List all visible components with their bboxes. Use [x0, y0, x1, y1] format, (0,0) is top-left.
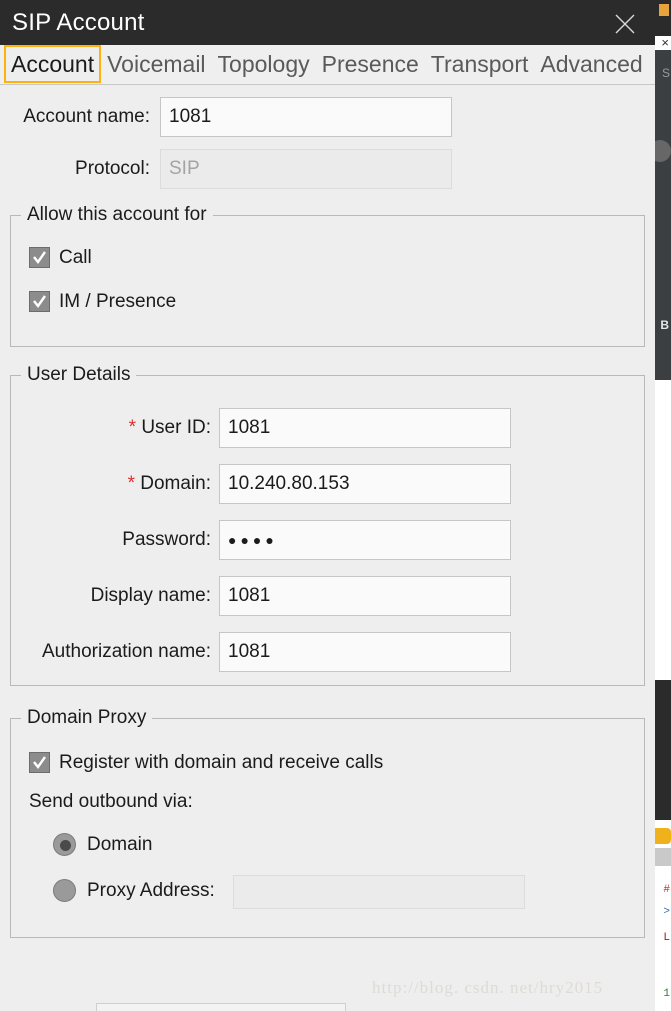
tab-bar: Account Voicemail Topology Presence Transpor…: [0, 45, 655, 85]
send-outbound-label: Send outbound via:: [29, 791, 193, 812]
password-input[interactable]: ●●●●: [219, 520, 511, 560]
dialog-title: SIP Account: [12, 9, 145, 36]
required-marker-user-id: *: [128, 417, 137, 438]
domain-input[interactable]: 10.240.80.153: [219, 464, 511, 504]
password-label: Password:: [122, 529, 211, 550]
radio-proxy-row[interactable]: Proxy Address:: [11, 869, 644, 913]
user-details-group: User Details * User ID: 1081 * Domain: 1…: [10, 364, 645, 686]
checkmark-icon: [33, 251, 46, 265]
protocol-row: Protocol: SIP: [10, 149, 645, 189]
user-id-label: * User ID:: [11, 408, 211, 448]
tab-topology[interactable]: Topology: [212, 45, 316, 83]
sip-account-dialog: SIP Account Account Voicemail Topology Pres…: [0, 0, 655, 1011]
allow-call-row[interactable]: Call: [11, 240, 644, 276]
close-button[interactable]: [593, 0, 655, 45]
checkmark-icon: [33, 756, 46, 770]
register-domain-checkbox[interactable]: [29, 752, 50, 773]
domain-label-text: Domain:: [140, 473, 211, 494]
password-row: Password: ●●●●: [11, 520, 644, 560]
domain-proxy-group-title: Domain Proxy: [21, 707, 153, 729]
domain-radio[interactable]: [53, 833, 76, 856]
background-menu-icon: ☰: [659, 4, 669, 16]
tab-advanced[interactable]: Advanced: [534, 45, 648, 83]
radio-dot-icon: [60, 840, 71, 851]
im-presence-checkbox[interactable]: [29, 291, 50, 312]
register-domain-label: Register with domain and receive calls: [59, 752, 384, 773]
checkmark-icon: [33, 295, 46, 309]
authorization-name-row: Authorization name: 1081: [11, 632, 644, 672]
display-name-row: Display name: 1081: [11, 576, 644, 616]
authorization-name-input[interactable]: 1081: [219, 632, 511, 672]
user-id-label-text: User ID:: [141, 417, 211, 438]
background-code-line-4: 1: [663, 988, 670, 1000]
protocol-label: Protocol:: [75, 158, 150, 179]
background-code-line-1: #: [663, 884, 670, 896]
background-code-line-3: L: [663, 932, 670, 944]
background-code-line-2: >: [663, 906, 670, 918]
account-name-input[interactable]: 1081: [160, 97, 452, 137]
tab-voicemail[interactable]: Voicemail: [101, 45, 211, 83]
domain-proxy-group: Domain Proxy Register with domain and re…: [10, 707, 645, 938]
display-name-label: Display name:: [90, 585, 211, 606]
display-name-input[interactable]: 1081: [219, 576, 511, 616]
proxy-address-input[interactable]: [233, 875, 525, 909]
tab-presence[interactable]: Presence: [316, 45, 425, 83]
bottom-partial-control[interactable]: [96, 1003, 346, 1011]
call-checkbox[interactable]: [29, 247, 50, 268]
dialog-body: Account name: 1081 Protocol: SIP Allow t…: [0, 97, 655, 1011]
domain-radio-label: Domain: [87, 834, 153, 855]
allow-account-group: Allow this account for Call IM / Presenc…: [10, 204, 645, 347]
user-id-row: * User ID: 1081: [11, 408, 644, 448]
protocol-input: SIP: [160, 149, 452, 189]
allow-im-presence-row[interactable]: IM / Presence: [11, 284, 644, 320]
background-console-dark: [655, 680, 671, 820]
user-details-group-title: User Details: [21, 364, 137, 386]
required-marker-domain: *: [127, 473, 135, 494]
proxy-radio[interactable]: [53, 879, 76, 902]
dialog-titlebar: SIP Account: [0, 0, 655, 45]
close-icon: [615, 14, 635, 34]
tab-transport[interactable]: Transport: [425, 45, 535, 83]
proxy-radio-label: Proxy Address:: [87, 880, 215, 901]
background-letter-b: B: [660, 318, 669, 332]
register-domain-row[interactable]: Register with domain and receive calls: [11, 745, 644, 781]
user-id-input[interactable]: 1081: [219, 408, 511, 448]
call-label: Call: [59, 247, 92, 268]
im-presence-label: IM / Presence: [59, 291, 177, 312]
account-name-label: Account name:: [23, 106, 150, 127]
radio-domain-row[interactable]: Domain: [11, 823, 644, 867]
background-close-icon: ×: [661, 35, 669, 50]
authorization-name-label: Authorization name:: [42, 641, 211, 662]
tab-account[interactable]: Account: [4, 45, 102, 83]
domain-label: * Domain:: [11, 464, 211, 504]
domain-row: * Domain: 10.240.80.153: [11, 464, 644, 504]
account-name-row: Account name: 1081: [10, 97, 645, 137]
background-editor-light: [655, 380, 671, 680]
allow-account-group-title: Allow this account for: [21, 204, 213, 226]
background-letter-s: S: [661, 66, 670, 80]
